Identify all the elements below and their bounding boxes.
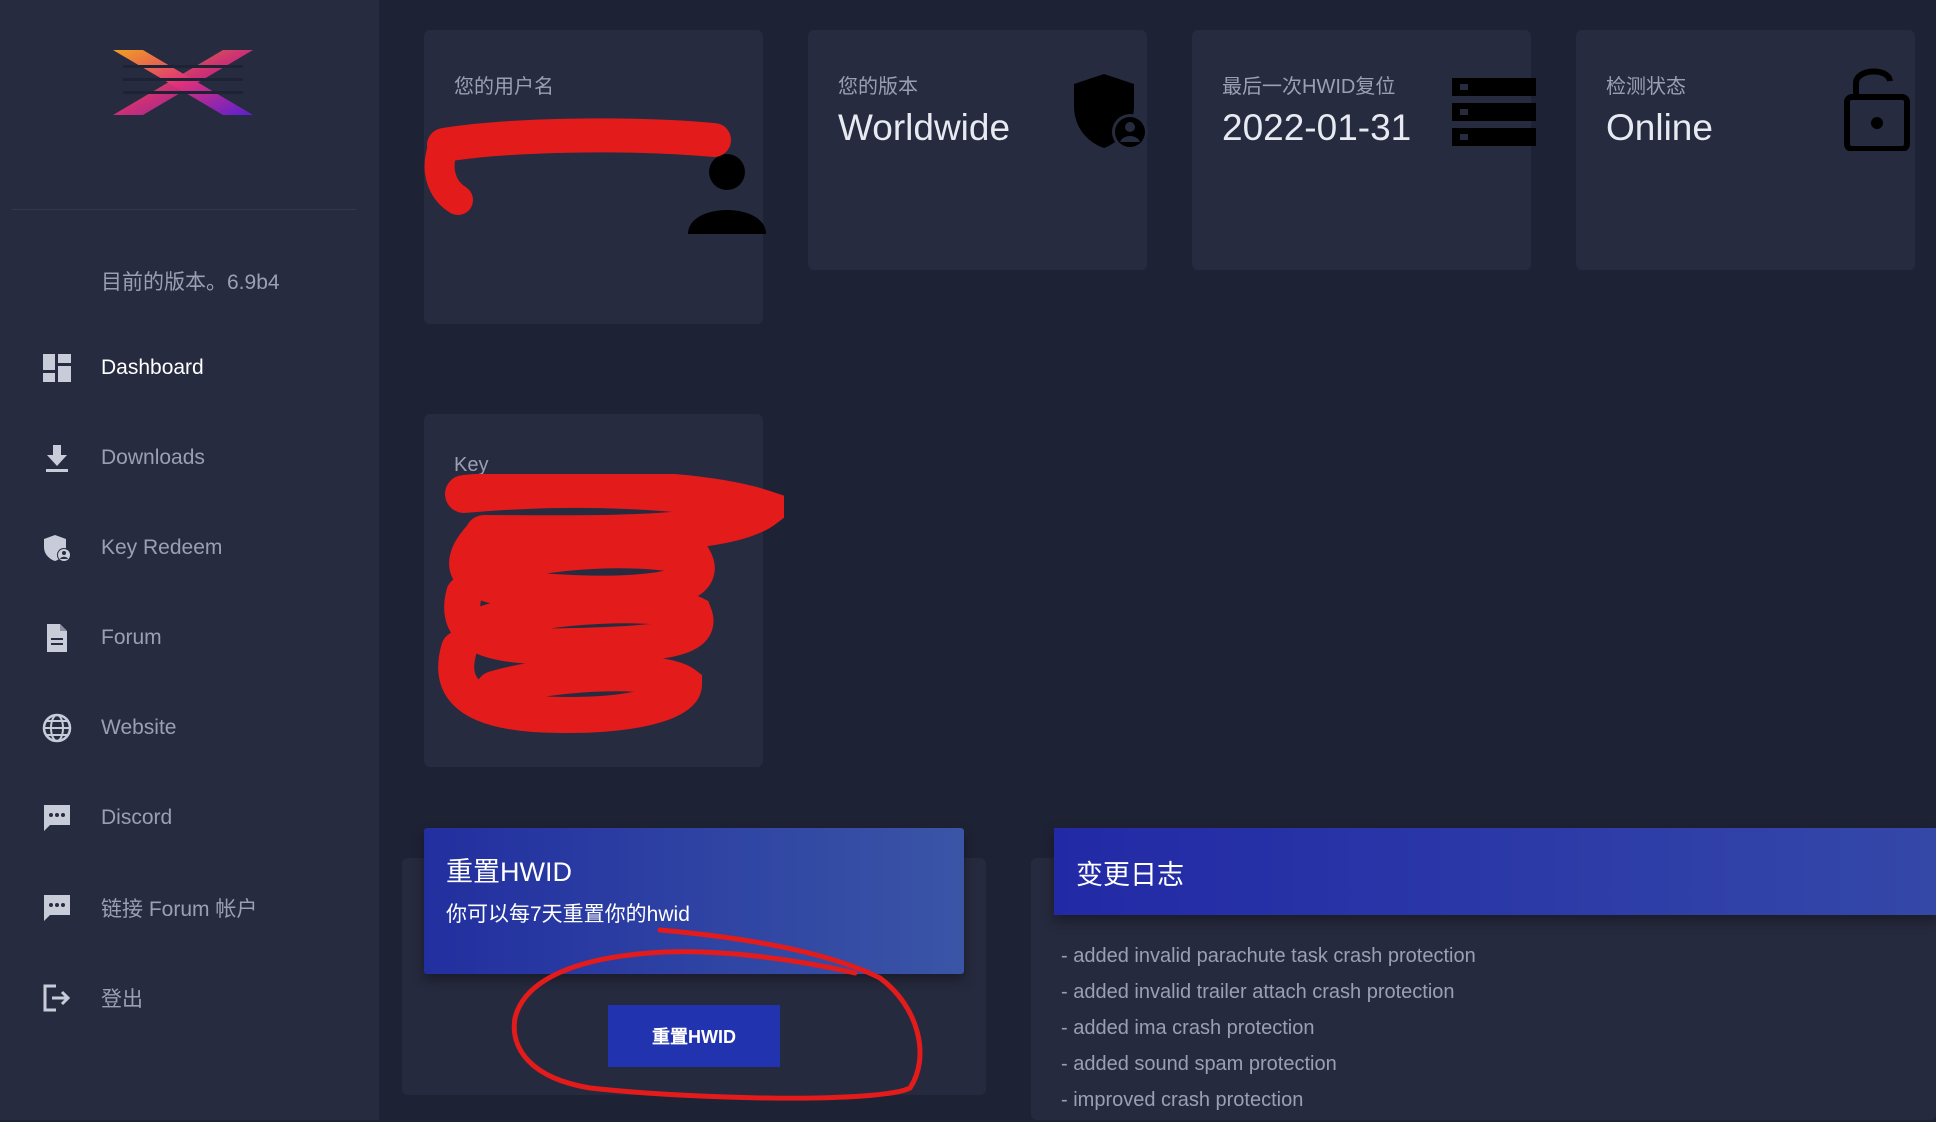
brand-logo <box>113 50 253 115</box>
key-card: Key <box>424 414 784 767</box>
document-icon <box>40 621 74 655</box>
card-caption: 您的用户名 <box>454 76 554 98</box>
hwid-reset-card: 最后一次HWID复位 2022-01-31 <box>1192 30 1536 270</box>
chat-icon <box>40 801 74 835</box>
detection-status-card: 检测状态 Online <box>1576 30 1915 270</box>
version-card: 您的版本 Worldwide <box>808 30 1148 270</box>
card-caption: Key <box>454 454 489 476</box>
changelog-header: 变更日志 <box>1054 828 1936 915</box>
nav-label: Forum <box>101 626 162 649</box>
changelog-entry: - improved crash protection <box>1061 1089 1304 1111</box>
nav-label: Key Redeem <box>101 536 223 559</box>
nav-label: Website <box>101 716 177 739</box>
changelog-entry: - added invalid trailer attach crash pro… <box>1061 981 1455 1003</box>
user-icon <box>688 154 766 234</box>
card-caption: 检测状态 <box>1606 76 1686 98</box>
unlock-icon <box>1844 68 1910 151</box>
dashboard-icon <box>40 351 74 385</box>
redaction-scribble <box>438 474 784 733</box>
panel-subtitle: 你可以每7天重置你的hwid <box>446 903 690 926</box>
changelog-list: - added invalid parachute task crash pro… <box>1061 942 1476 1122</box>
nav-label: Dashboard <box>101 356 204 379</box>
card-value: Online <box>1606 107 1713 148</box>
changelog-entry: - added ima crash protection <box>1061 1017 1315 1039</box>
card-caption: 最后一次HWID复位 <box>1222 76 1396 98</box>
logout-icon <box>40 981 74 1015</box>
shield-user-icon <box>40 531 74 565</box>
reset-hwid-header: 重置HWID 你可以每7天重置你的hwid <box>424 828 964 974</box>
shield-user-icon <box>1074 74 1148 150</box>
username-card: 您的用户名 <box>424 30 766 324</box>
nav-downloads[interactable]: Downloads <box>0 423 379 493</box>
nav-link-forum-account[interactable]: 链接 Forum 帐户 <box>0 873 379 943</box>
card-value: Worldwide <box>838 107 1011 148</box>
globe-icon <box>40 711 74 745</box>
card-value: 2022-01-31 <box>1222 107 1412 148</box>
changelog-title: 变更日志 <box>1076 860 1184 890</box>
nav-website[interactable]: Website <box>0 693 379 763</box>
sidebar-divider <box>12 209 356 210</box>
server-icon <box>1452 78 1536 146</box>
nav-label: Discord <box>101 806 173 829</box>
current-version: 目前的版本。6.9b4 <box>101 271 280 294</box>
chat-icon <box>40 891 74 925</box>
changelog-entry: - added sound spam protection <box>1061 1053 1337 1075</box>
nav-forum[interactable]: Forum <box>0 603 379 673</box>
nav-label: 登出 <box>101 988 143 1011</box>
nav-dashboard[interactable]: Dashboard <box>0 333 379 403</box>
nav-discord[interactable]: Discord <box>0 783 379 853</box>
nav-logout[interactable]: 登出 <box>0 963 379 1033</box>
changelog-entry: - added invalid parachute task crash pro… <box>1061 945 1476 967</box>
card-caption: 您的版本 <box>838 76 918 98</box>
download-icon <box>40 441 74 475</box>
panel-title: 重置HWID <box>446 857 572 887</box>
nav-label: 链接 Forum 帐户 <box>101 898 258 921</box>
nav-key-redeem[interactable]: Key Redeem <box>0 513 379 583</box>
sidebar: 目前的版本。6.9b4 Dashboard Downloads Key Rede… <box>0 0 379 1120</box>
nav-label: Downloads <box>101 446 205 469</box>
reset-hwid-button[interactable]: 重置HWID <box>608 1005 780 1067</box>
